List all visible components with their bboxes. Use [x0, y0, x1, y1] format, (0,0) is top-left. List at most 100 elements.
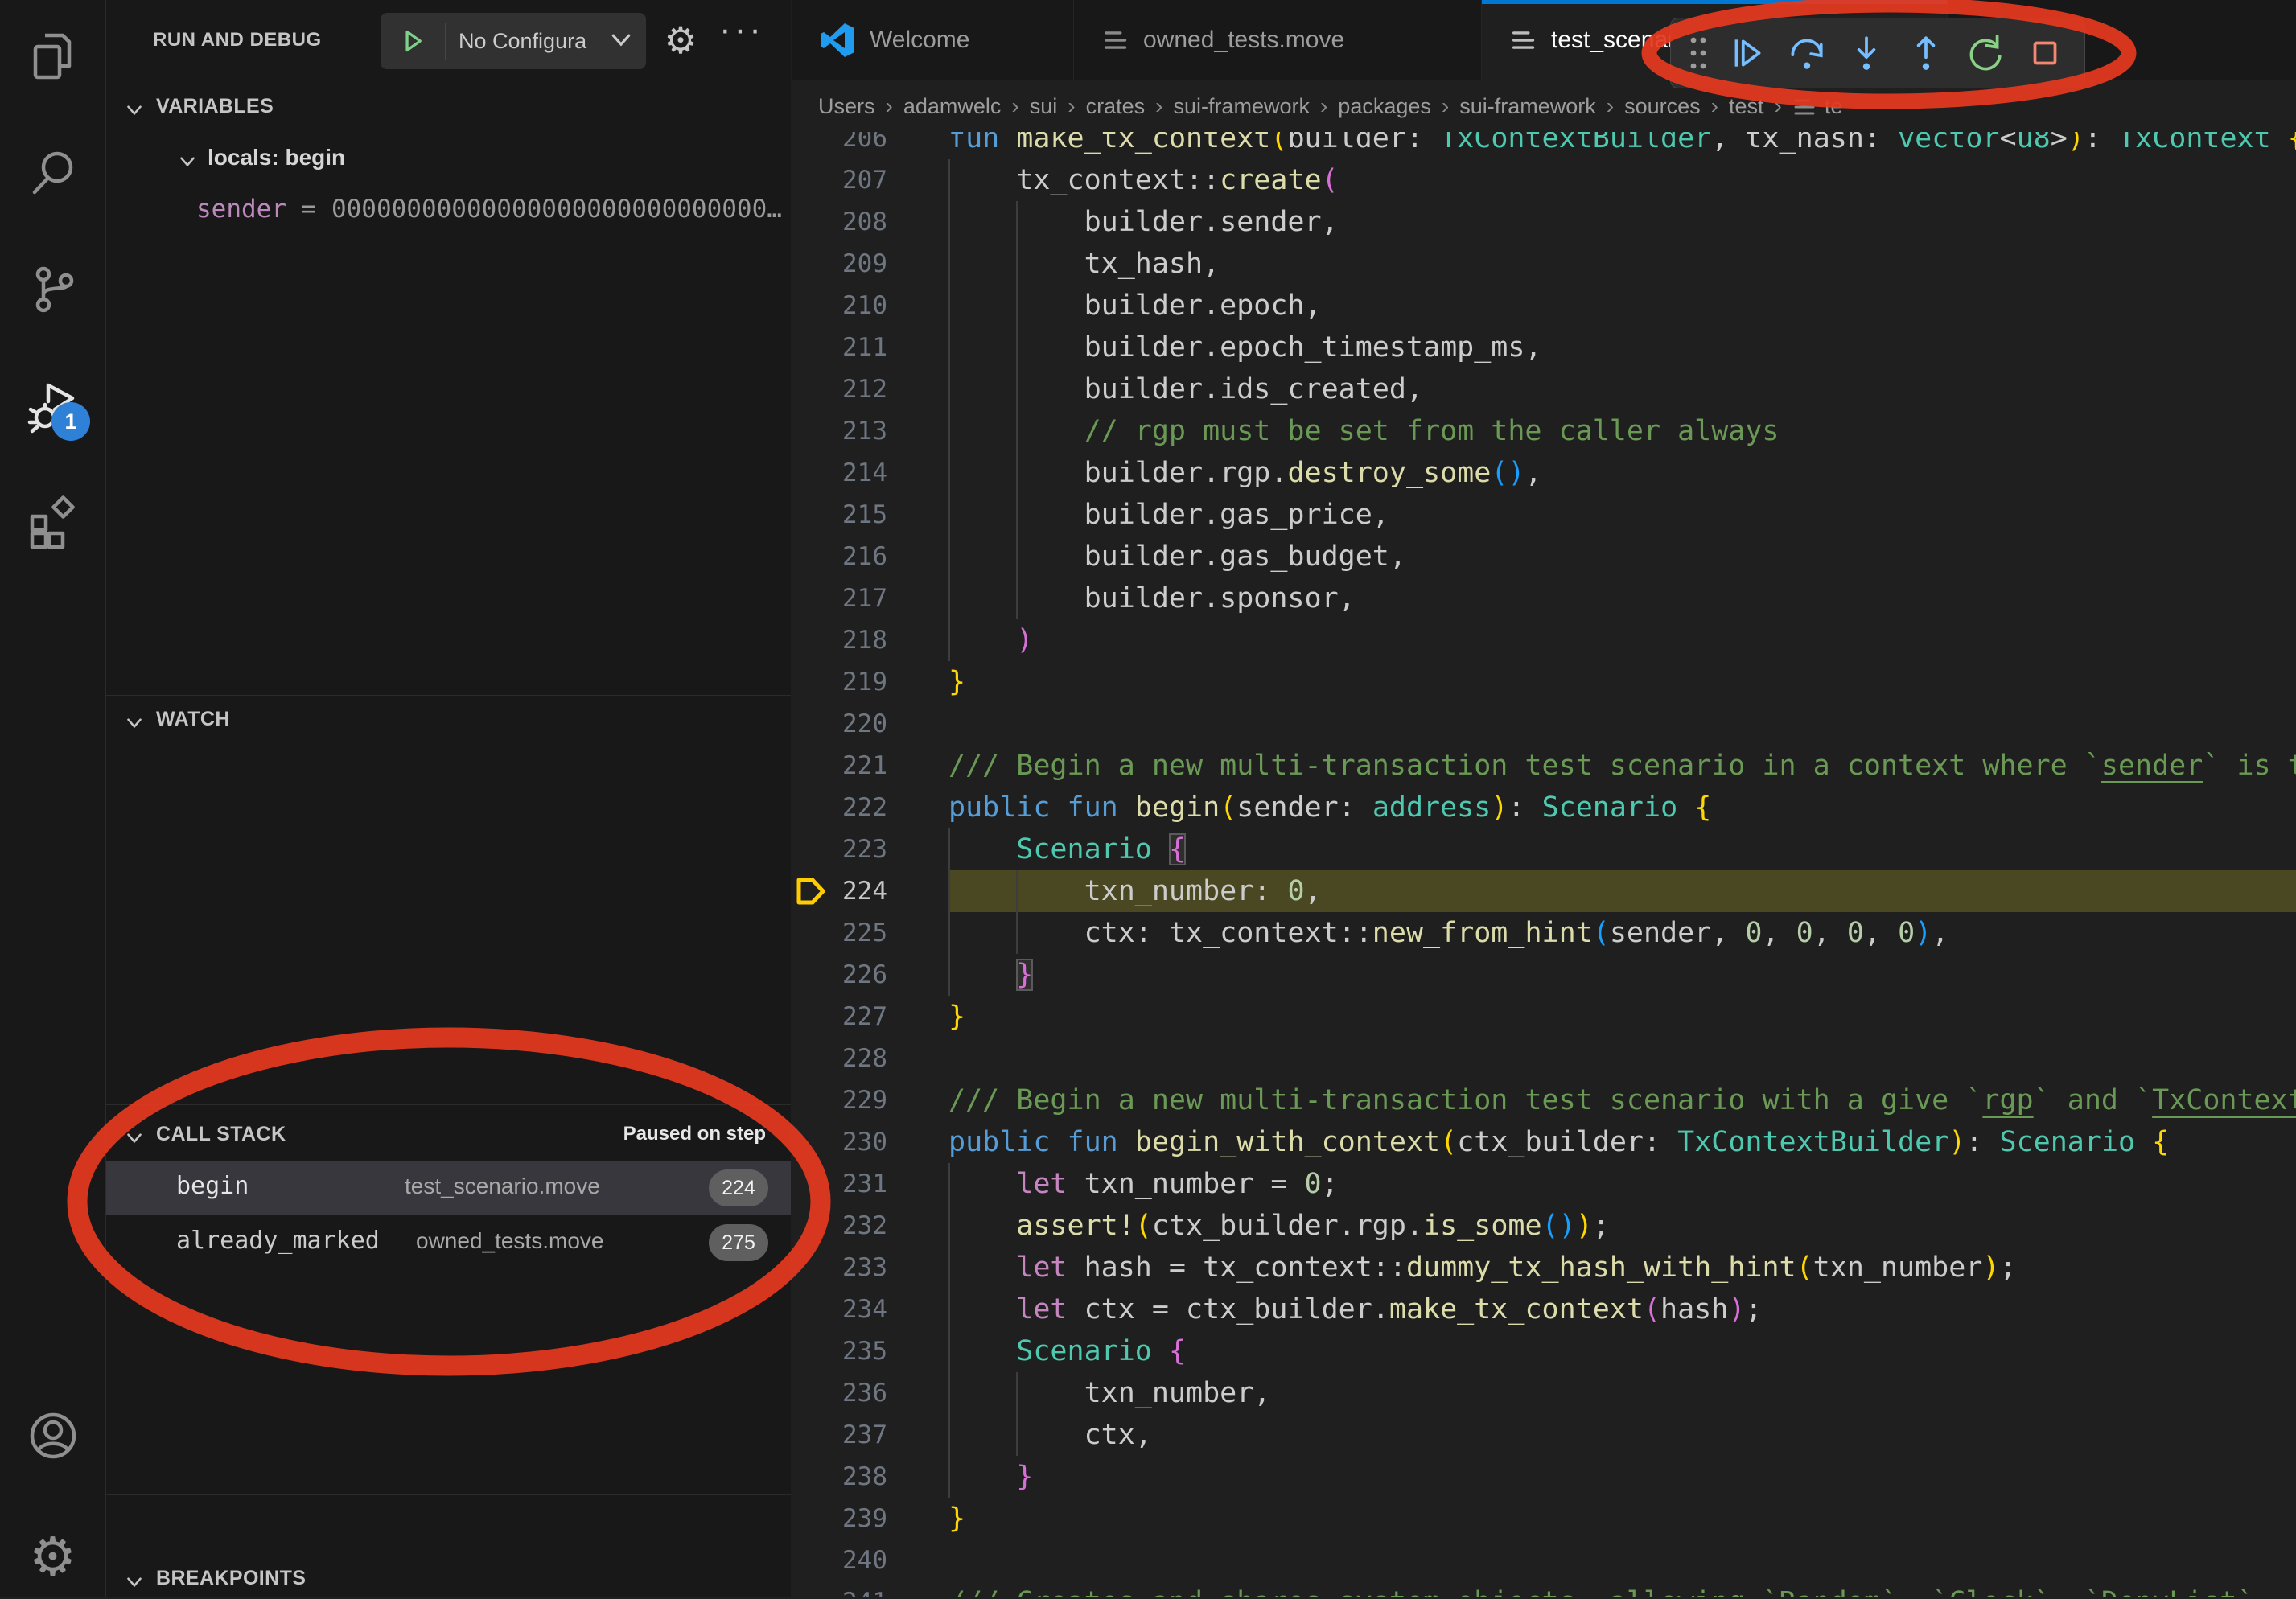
line-number[interactable]: 228	[792, 1038, 887, 1079]
line-number[interactable]: 223	[792, 828, 887, 870]
debug-config-select[interactable]: No Configura	[446, 29, 607, 54]
code-line-223[interactable]: 223Scenario {	[792, 828, 2296, 870]
code-line-225[interactable]: 225ctx: tx_context::new_from_hint(sender…	[792, 912, 2296, 954]
line-number[interactable]: 210	[792, 285, 887, 327]
start-debug-icon[interactable]	[381, 23, 446, 60]
breadcrumb-item[interactable]: sui-framework	[1173, 94, 1310, 119]
code-line-236[interactable]: 236txn_number,	[792, 1372, 2296, 1414]
line-number[interactable]: 222	[792, 787, 887, 828]
call-stack-frame[interactable]: begin test_scenario.move 224	[106, 1161, 791, 1215]
line-number[interactable]: 238	[792, 1456, 887, 1498]
breadcrumb-item[interactable]: sources	[1624, 94, 1701, 119]
line-number[interactable]: 209	[792, 243, 887, 285]
line-number[interactable]: 233	[792, 1247, 887, 1289]
step-out-button[interactable]	[1896, 18, 1956, 88]
breadcrumb-item[interactable]: crates	[1086, 94, 1146, 119]
line-number[interactable]: 236	[792, 1372, 887, 1414]
line-number[interactable]: 217	[792, 578, 887, 619]
tab-owned-tests[interactable]: owned_tests.move	[1074, 0, 1482, 80]
views-more-icon[interactable]: ···	[719, 10, 764, 50]
line-number[interactable]: 241	[792, 1581, 887, 1597]
settings-gear-icon[interactable]: ⚙	[24, 1527, 82, 1585]
code-line-230[interactable]: 230public fun begin_with_context(ctx_bui…	[792, 1121, 2296, 1163]
code-line-234[interactable]: 234let ctx = ctx_builder.make_tx_context…	[792, 1289, 2296, 1330]
line-number[interactable]: 226	[792, 954, 887, 996]
code-line-231[interactable]: 231let txn_number = 0;	[792, 1163, 2296, 1205]
code-line-207[interactable]: 207tx_context::create(	[792, 159, 2296, 201]
breadcrumb-item[interactable]: packages	[1338, 94, 1431, 119]
breadcrumb-item[interactable]: sui-framework	[1459, 94, 1596, 119]
code-line-226[interactable]: 226}	[792, 954, 2296, 996]
code-line-220[interactable]: 220	[792, 703, 2296, 745]
code-line-212[interactable]: 212builder.ids_created,	[792, 368, 2296, 410]
code-line-227[interactable]: 227}	[792, 996, 2296, 1038]
call-stack-section-header[interactable]: CALL STACK Paused on step	[106, 1116, 791, 1155]
line-number[interactable]: 229	[792, 1079, 887, 1121]
line-number[interactable]: 207	[792, 159, 887, 201]
extensions-icon[interactable]	[24, 494, 82, 552]
line-number[interactable]: 225	[792, 912, 887, 954]
debug-settings-gear-icon[interactable]: ⚙	[660, 14, 702, 66]
code-line-216[interactable]: 216builder.gas_budget,	[792, 536, 2296, 578]
call-stack-frame[interactable]: already_marked owned_tests.move 275	[106, 1215, 791, 1270]
code-line-222[interactable]: 222public fun begin(sender: address): Sc…	[792, 787, 2296, 828]
line-number[interactable]: 214	[792, 452, 887, 494]
code-line-213[interactable]: 213// rgp must be set from the caller al…	[792, 410, 2296, 452]
code-line-214[interactable]: 214builder.rgp.destroy_some(),	[792, 452, 2296, 494]
line-number[interactable]: 234	[792, 1289, 887, 1330]
code-line-228[interactable]: 228	[792, 1038, 2296, 1079]
line-number[interactable]: 211	[792, 327, 887, 368]
code-line-232[interactable]: 232assert!(ctx_builder.rgp.is_some());	[792, 1205, 2296, 1247]
line-number[interactable]: 220	[792, 703, 887, 745]
line-number[interactable]: 215	[792, 494, 887, 536]
breadcrumb-item[interactable]: Users	[818, 94, 875, 119]
line-number[interactable]: 237	[792, 1414, 887, 1456]
source-control-icon[interactable]	[24, 261, 82, 319]
watch-section-header[interactable]: WATCH	[106, 701, 791, 740]
code-line-235[interactable]: 235Scenario {	[792, 1330, 2296, 1372]
stop-button[interactable]	[2015, 18, 2075, 88]
explorer-icon[interactable]	[24, 27, 82, 85]
toolbar-drag-handle-icon[interactable]	[1679, 18, 1718, 88]
variable-row[interactable]: sender = 00000000000000000000000000000…	[196, 193, 782, 225]
code-line-217[interactable]: 217builder.sponsor,	[792, 578, 2296, 619]
breadcrumb-file-partial[interactable]: te	[1825, 94, 1843, 119]
line-number[interactable]: 212	[792, 368, 887, 410]
code-line-221[interactable]: 221/// Begin a new multi-transaction tes…	[792, 745, 2296, 787]
breadcrumb-item[interactable]: test	[1729, 94, 1764, 119]
variables-scope-row[interactable]: locals: begin	[106, 140, 791, 179]
search-icon[interactable]	[24, 144, 82, 202]
line-number[interactable]: 239	[792, 1498, 887, 1539]
code-line-241[interactable]: 241/// Creates and shares system objects…	[792, 1581, 2296, 1597]
restart-button[interactable]	[1956, 18, 2015, 88]
code-line-211[interactable]: 211builder.epoch_timestamp_ms,	[792, 327, 2296, 368]
code-line-209[interactable]: 209tx_hash,	[792, 243, 2296, 285]
line-number[interactable]: 240	[792, 1539, 887, 1581]
step-over-button[interactable]	[1777, 18, 1837, 88]
code-line-239[interactable]: 239}	[792, 1498, 2296, 1539]
line-number[interactable]: 208	[792, 201, 887, 243]
step-into-button[interactable]	[1837, 18, 1896, 88]
code-line-229[interactable]: 229/// Begin a new multi-transaction tes…	[792, 1079, 2296, 1121]
continue-button[interactable]	[1718, 18, 1777, 88]
line-number[interactable]: 232	[792, 1205, 887, 1247]
variables-section-header[interactable]: VARIABLES	[106, 88, 791, 127]
line-number[interactable]: 216	[792, 536, 887, 578]
line-number[interactable]: 230	[792, 1121, 887, 1163]
code-line-224[interactable]: 224txn_number: 0,	[792, 870, 2296, 912]
code-line-208[interactable]: 208builder.sender,	[792, 201, 2296, 243]
code-line-237[interactable]: 237ctx,	[792, 1414, 2296, 1456]
breadcrumb-item[interactable]: sui	[1030, 94, 1058, 119]
code-line-233[interactable]: 233let hash = tx_context::dummy_tx_hash_…	[792, 1247, 2296, 1289]
tab-welcome[interactable]: Welcome	[792, 0, 1074, 80]
line-number[interactable]: 235	[792, 1330, 887, 1372]
breakpoints-section-header[interactable]: BREAKPOINTS	[106, 1560, 791, 1599]
debug-config-control[interactable]: No Configura	[381, 13, 646, 69]
code-line-238[interactable]: 238}	[792, 1456, 2296, 1498]
line-number[interactable]: 219	[792, 661, 887, 703]
code-line-240[interactable]: 240	[792, 1539, 2296, 1581]
line-number[interactable]: 221	[792, 745, 887, 787]
line-number[interactable]: 218	[792, 619, 887, 661]
code-line-215[interactable]: 215builder.gas_price,	[792, 494, 2296, 536]
account-icon[interactable]	[24, 1407, 82, 1465]
